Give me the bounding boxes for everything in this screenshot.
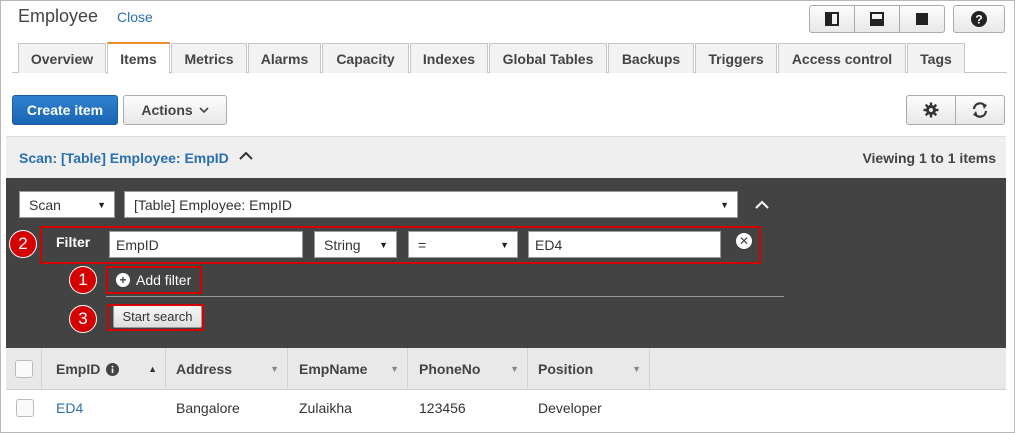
column-phoneno-label: PhoneNo [419, 361, 481, 377]
cell-address: Bangalore [176, 400, 240, 416]
scan-title: Scan: [Table] Employee: EmpID [19, 150, 229, 166]
sort-icon: ▼ [632, 364, 641, 374]
tab-access-control[interactable]: Access control [778, 43, 906, 73]
sort-icon: ▼ [390, 364, 399, 374]
column-header-phoneno[interactable]: PhoneNo ▼ [408, 348, 528, 390]
table-row[interactable]: ED4 Bangalore Zulaikha 123456 Developer [6, 390, 1006, 426]
view-layout-group [809, 5, 945, 33]
cell-empid[interactable]: ED4 [56, 390, 83, 426]
svg-text:?: ? [975, 13, 982, 27]
full-view-icon [916, 13, 928, 25]
column-position-label: Position [538, 361, 594, 377]
refresh-icon [972, 102, 988, 118]
tab-bar: Overview Items Metrics Alarms Capacity I… [12, 42, 1007, 74]
column-address-label: Address [176, 361, 233, 377]
annotation-marker-2: 2 [9, 230, 37, 258]
annotation-marker-1: 1 [69, 266, 97, 294]
tab-triggers[interactable]: Triggers [695, 43, 777, 73]
select-all-checkbox[interactable] [14, 360, 33, 378]
split-vertical-icon [825, 12, 839, 26]
start-search-highlight [107, 304, 204, 331]
split-vertical-view-button[interactable] [809, 5, 855, 33]
split-horizontal-view-button[interactable] [854, 5, 900, 33]
sort-ascending-icon: ▲ [148, 364, 157, 374]
tab-backups[interactable]: Backups [608, 43, 694, 73]
gear-icon [923, 102, 939, 118]
help-button[interactable]: ? [953, 5, 1005, 33]
row-checkbox[interactable] [16, 399, 34, 417]
cell-phoneno: 123456 [419, 400, 466, 416]
annotation-marker-3: 3 [69, 305, 97, 333]
settings-button[interactable] [906, 95, 956, 125]
column-empname-label: EmpName [299, 361, 368, 377]
scan-mode-value: Scan [29, 196, 61, 213]
tab-tags[interactable]: Tags [907, 43, 965, 73]
cell-position: Developer [538, 400, 602, 416]
close-link[interactable]: Close [117, 9, 153, 25]
table-source-value: [Table] Employee: EmpID [134, 196, 292, 213]
chevron-down-icon [199, 106, 209, 113]
tab-indexes[interactable]: Indexes [410, 43, 488, 73]
split-horizontal-icon [870, 12, 884, 26]
full-view-button[interactable] [899, 5, 945, 33]
sort-icon: ▼ [270, 364, 279, 374]
page-title: Employee [18, 6, 99, 26]
tab-overview[interactable]: Overview [18, 43, 106, 73]
tab-global-tables[interactable]: Global Tables [489, 43, 607, 73]
actions-dropdown[interactable]: Actions [123, 95, 227, 125]
create-item-button[interactable]: Create item [12, 95, 118, 125]
column-header-address[interactable]: Address ▼ [166, 348, 288, 390]
table-tools-group [906, 95, 1005, 125]
scan-mode-select[interactable]: Scan ▼ [19, 191, 115, 218]
info-icon [106, 362, 120, 376]
filter-row-highlight [40, 226, 761, 264]
sort-icon: ▼ [510, 364, 519, 374]
select-all-cell [6, 348, 42, 390]
actions-label: Actions [141, 102, 193, 118]
tab-capacity[interactable]: Capacity [322, 43, 409, 73]
select-arrow-icon: ▼ [720, 200, 729, 210]
tab-metrics[interactable]: Metrics [171, 43, 247, 73]
scan-header[interactable]: Scan: [Table] Employee: EmpID Viewing 1 … [6, 136, 1006, 178]
column-empid-label: EmpID [56, 361, 101, 377]
column-header-empid[interactable]: EmpID ▲ [42, 348, 166, 390]
column-header-empname[interactable]: EmpName ▼ [288, 348, 408, 390]
divider [106, 296, 784, 297]
tab-items[interactable]: Items [107, 42, 170, 74]
table-header: EmpID ▲ Address ▼ EmpName ▼ PhoneNo ▼ Po… [6, 348, 1006, 390]
viewing-count: Viewing 1 to 1 items [862, 150, 996, 166]
add-filter-highlight [106, 266, 202, 294]
table-source-select[interactable]: [Table] Employee: EmpID ▼ [124, 191, 738, 218]
refresh-button[interactable] [955, 95, 1005, 125]
tab-alarms[interactable]: Alarms [248, 43, 321, 73]
cell-empname: Zulaikha [299, 400, 352, 416]
column-header-position[interactable]: Position ▼ [528, 348, 650, 390]
collapse-panel-icon[interactable] [755, 200, 769, 210]
chevron-up-icon[interactable] [239, 151, 253, 161]
help-icon: ? [971, 11, 987, 27]
select-arrow-icon: ▼ [97, 200, 106, 210]
